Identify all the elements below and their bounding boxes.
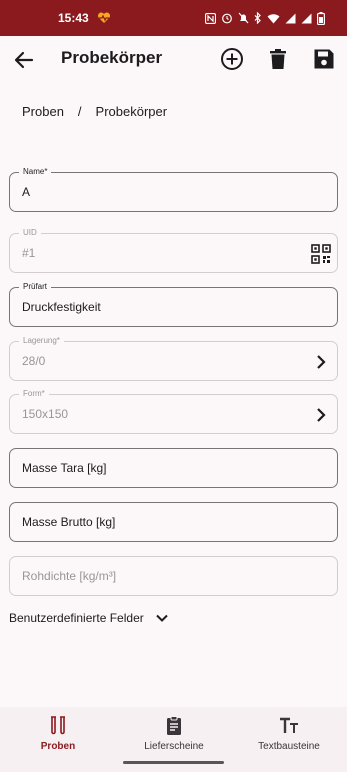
uid-field: UID #1 (9, 227, 338, 273)
uid-field-value: #1 (22, 246, 36, 260)
rohdichte-placeholder: Rohdichte [kg/m³] (22, 569, 117, 583)
home-indicator (123, 761, 224, 764)
rohdichte-input: Rohdichte [kg/m³] (9, 556, 338, 596)
delete-icon[interactable] (265, 46, 291, 72)
nav-item-proben[interactable]: Proben (0, 715, 116, 752)
chevron-right-icon[interactable] (311, 405, 331, 425)
text-size-icon (280, 717, 298, 733)
custom-fields-label: Benutzerdefinierte Felder (9, 611, 144, 625)
wifi-icon (267, 13, 280, 23)
nav-item-lieferscheine[interactable]: Lieferscheine (116, 715, 232, 752)
app-bar: Probekörper (0, 36, 347, 84)
pruefart-field-label: Prüfart (19, 281, 52, 293)
nfc-icon (205, 12, 216, 24)
lagerung-field-label: Lagerung* (19, 335, 64, 347)
arrow-left-icon[interactable] (12, 48, 36, 72)
breadcrumb-item-probekoerper: Probekörper (95, 104, 168, 119)
status-time: 15:43 (58, 11, 89, 25)
signal-icon (285, 13, 296, 23)
form-field[interactable]: Form* 150x150 (9, 388, 338, 434)
save-icon[interactable] (311, 46, 337, 72)
form-field-label: Form* (19, 388, 49, 400)
status-bar: 15:43 (0, 0, 347, 36)
nav-label-lieferscheine: Lieferscheine (144, 741, 204, 752)
page-title: Probekörper (61, 48, 163, 67)
name-field[interactable]: Name* A (9, 166, 338, 212)
alarm-icon (222, 13, 232, 24)
nav-label-textbausteine: Textbausteine (258, 741, 320, 752)
name-field-value: A (22, 185, 31, 199)
add-circle-icon[interactable] (219, 46, 245, 72)
test-tubes-icon (51, 716, 65, 735)
chevron-down-icon (156, 614, 168, 622)
masse-brutto-input[interactable]: Masse Brutto [kg] (9, 502, 338, 542)
lagerung-field[interactable]: Lagerung* 28/0 (9, 335, 338, 381)
uid-field-label: UID (19, 227, 41, 239)
breadcrumb-separator: / (77, 104, 82, 119)
breadcrumb: Proben / Probekörper (22, 104, 167, 119)
pruefart-field-value: Druckfestigkeit (22, 300, 101, 314)
masse-tara-input[interactable]: Masse Tara [kg] (9, 448, 338, 488)
custom-fields-toggle[interactable]: Benutzerdefinierte Felder (9, 610, 170, 626)
lagerung-field-value: 28/0 (22, 354, 46, 368)
qr-code-icon[interactable] (311, 244, 331, 264)
heart-rate-icon (97, 12, 110, 23)
pruefart-field[interactable]: Prüfart Druckfestigkeit (9, 281, 338, 327)
breadcrumb-item-proben[interactable]: Proben (22, 104, 64, 119)
nav-item-textbausteine[interactable]: Textbausteine (231, 715, 347, 752)
nav-label-proben: Proben (40, 741, 76, 752)
form-field-value: 150x150 (22, 407, 69, 421)
bluetooth-icon (254, 12, 261, 24)
name-field-label: Name* (19, 166, 52, 178)
masse-tara-placeholder: Masse Tara [kg] (22, 461, 107, 475)
signal-icon (301, 13, 312, 23)
clipboard-icon (167, 716, 181, 735)
chevron-right-icon[interactable] (311, 352, 331, 372)
masse-brutto-placeholder: Masse Brutto [kg] (22, 515, 116, 529)
battery-icon (317, 11, 325, 25)
mute-icon (238, 12, 249, 24)
